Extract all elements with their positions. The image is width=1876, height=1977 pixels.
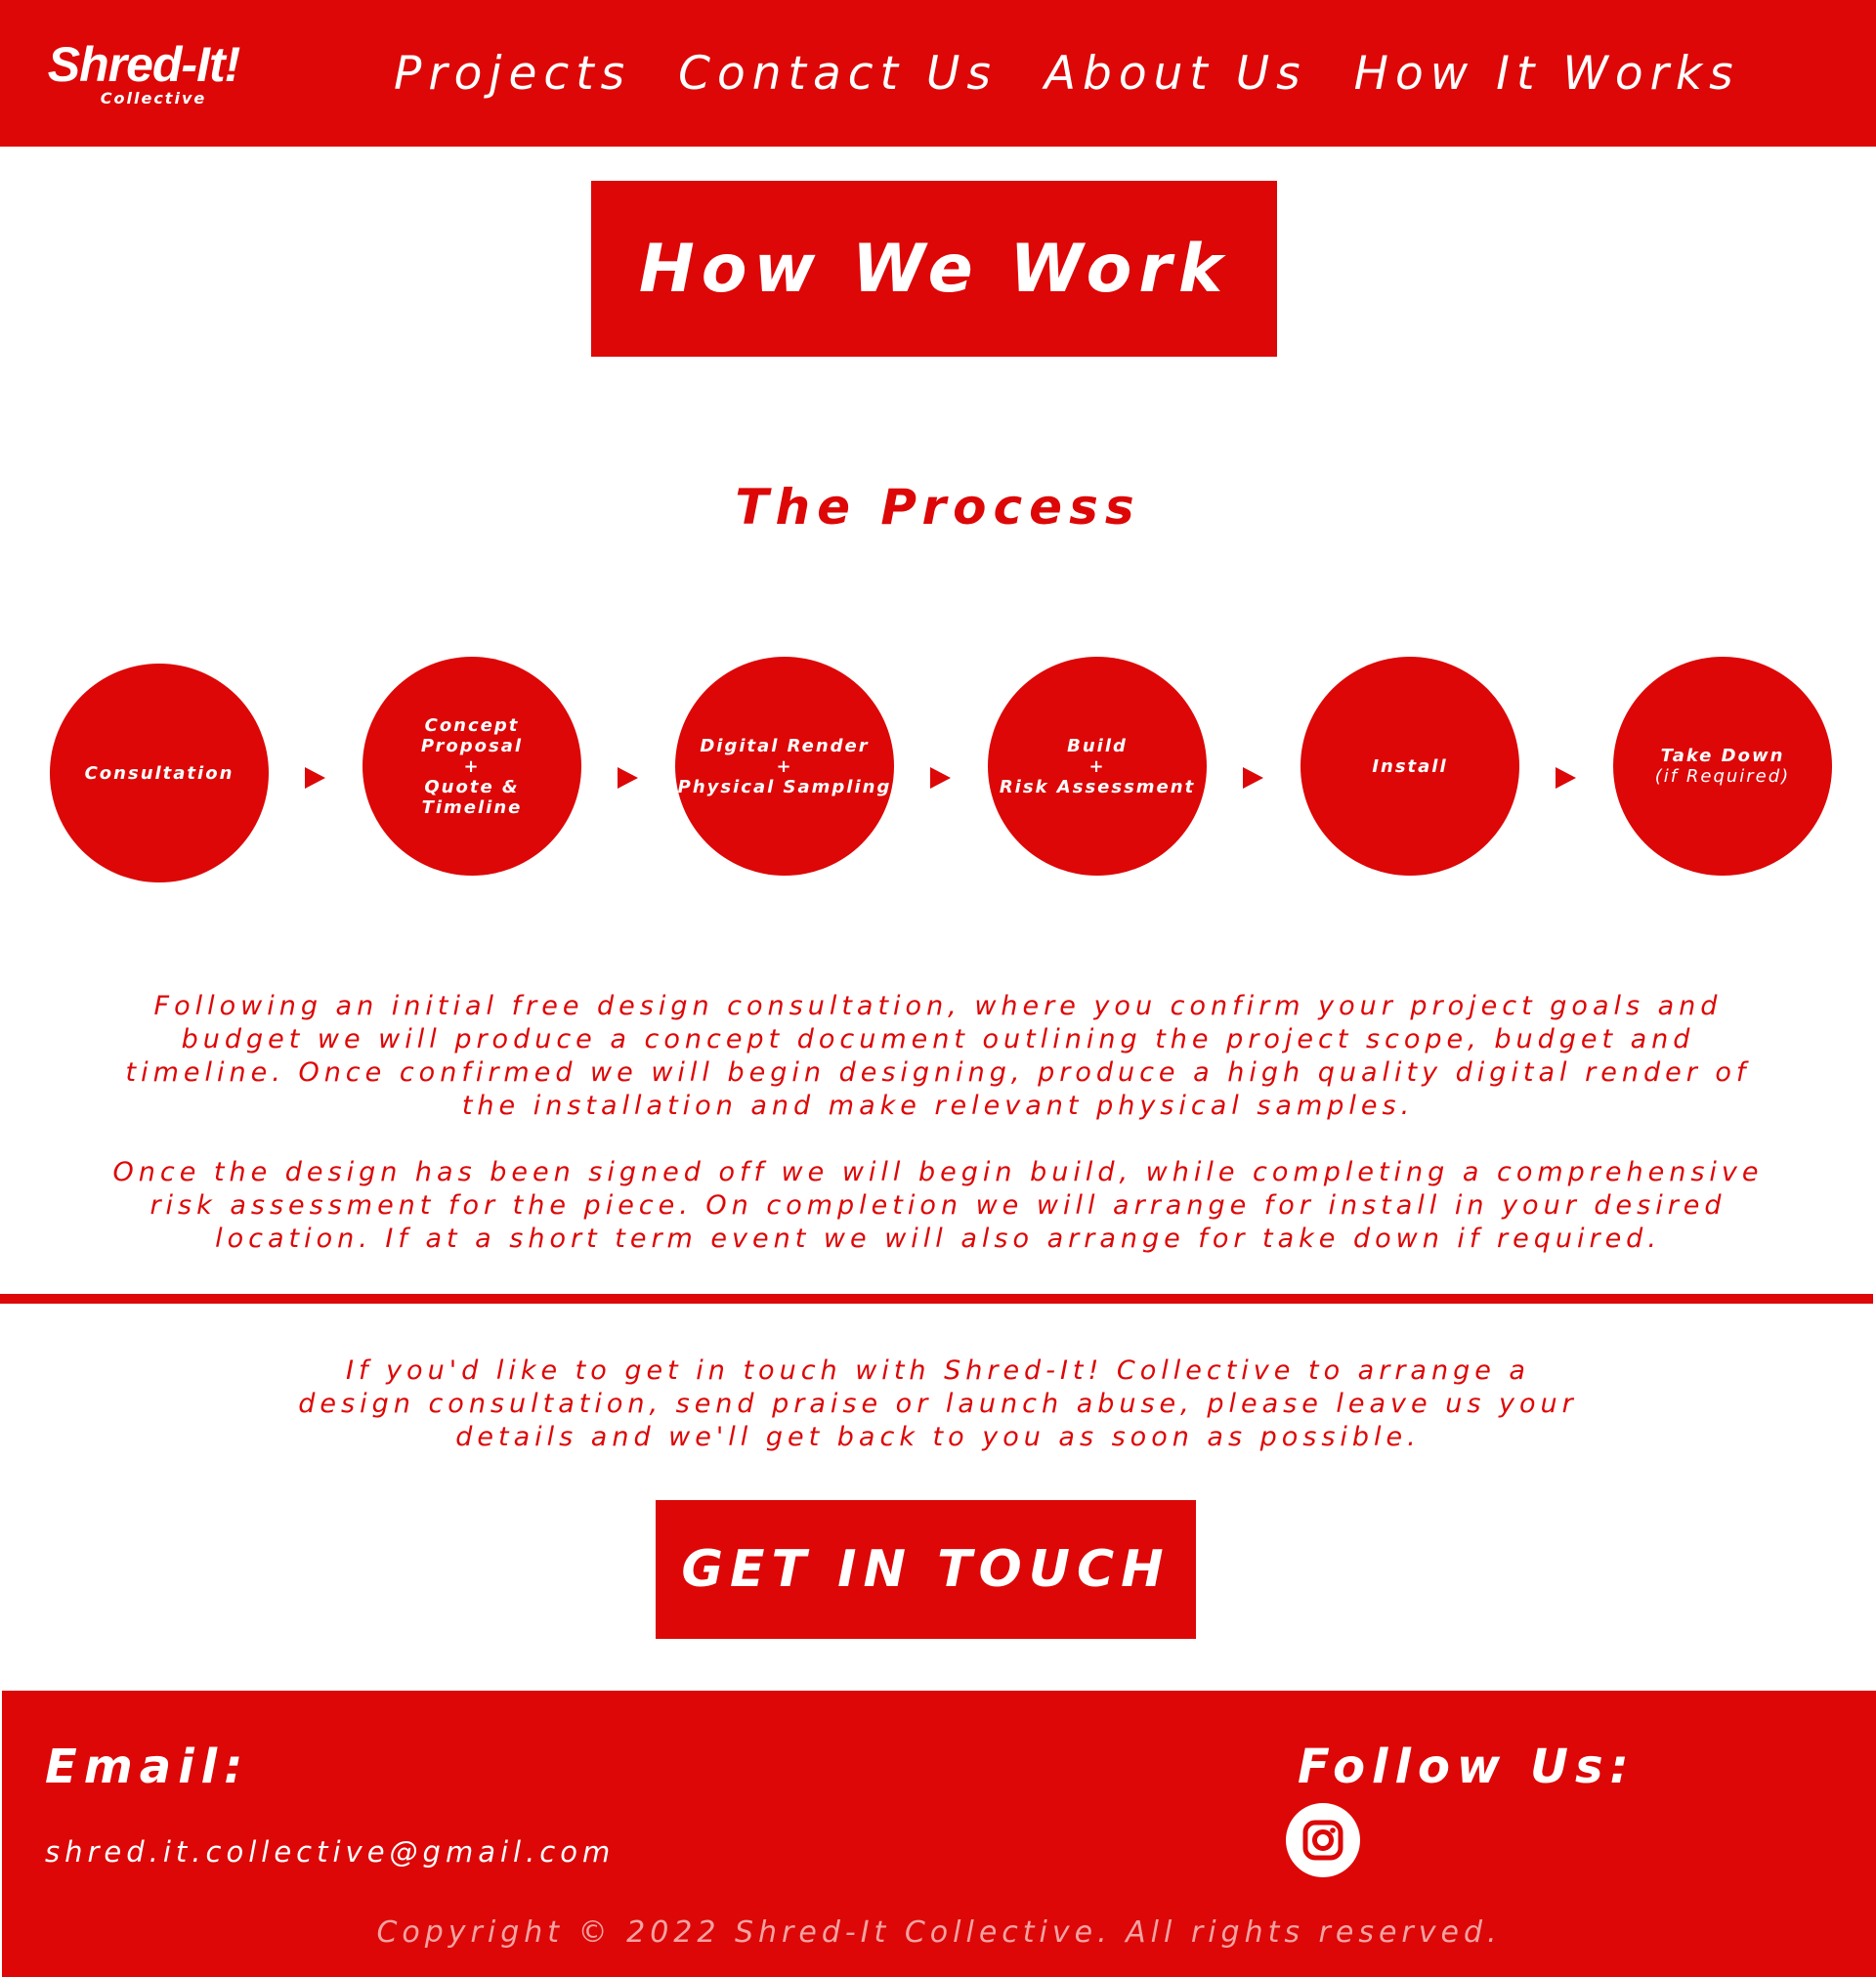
site-footer: Email: shred.it.collective@gmail.com Fol… (2, 1691, 1876, 1977)
step-line: Take Down (1660, 746, 1785, 766)
step-line: Proposal (420, 735, 524, 756)
copyright-text: Copyright © 2022 Shred-It Collective. Al… (376, 1915, 1502, 1950)
step-line: + (776, 755, 793, 777)
get-in-touch-button[interactable]: GET IN TOUCH (656, 1500, 1196, 1639)
nav-about-us[interactable]: About Us (1045, 45, 1307, 104)
site-header: Shred-It! Collective Projects Contact Us… (0, 0, 1876, 147)
step-line: Risk Assessment (999, 776, 1196, 797)
process-description-1: Following an initial free design consult… (125, 991, 1751, 1121)
nav-how-it-works[interactable]: How It Works (1354, 45, 1740, 104)
step-line: Digital Render (700, 735, 870, 756)
step-line: Quote & (424, 776, 520, 797)
page-title: How We Work (638, 230, 1230, 308)
process-heading: The Process (735, 479, 1141, 536)
step-line: Timeline (421, 796, 523, 818)
process-description-2: Once the design has been signed off we w… (112, 1157, 1764, 1254)
logo-main-text: Shred-It! (47, 37, 241, 92)
instagram-icon[interactable] (1286, 1803, 1360, 1877)
step-build: Build + Risk Assessment (988, 657, 1207, 876)
step-line: + (1088, 755, 1106, 777)
step-install: Install (1300, 657, 1519, 876)
step-digital-render: Digital Render + Physical Sampling (675, 657, 894, 876)
section-divider (0, 1294, 1873, 1304)
step-take-down: Take Down (if Required) (1613, 657, 1832, 876)
step-line: (if Required) (1654, 766, 1791, 787)
step-line: Physical Sampling (677, 776, 892, 797)
arrow-right-icon (618, 767, 638, 789)
step-line: Concept (424, 714, 520, 736)
arrow-right-icon (930, 767, 951, 789)
step-consultation: Consultation (50, 664, 269, 882)
arrow-right-icon (305, 767, 325, 789)
hero-banner: How We Work (591, 181, 1277, 357)
main-nav: Projects Contact Us About Us How It Work… (394, 45, 1787, 104)
step-line: Build (1067, 735, 1128, 756)
email-label: Email: (45, 1740, 250, 1794)
step-line: Install (1372, 755, 1448, 777)
arrow-right-icon (1556, 767, 1576, 789)
arrow-right-icon (1243, 767, 1263, 789)
step-line: Consultation (84, 762, 234, 784)
contact-intro: If you'd like to get in touch with Shred… (298, 1355, 1578, 1452)
nav-projects[interactable]: Projects (394, 45, 631, 104)
follow-us-label: Follow Us: (1298, 1740, 1636, 1794)
logo-sub-text: Collective (100, 89, 207, 107)
email-link[interactable]: shred.it.collective@gmail.com (45, 1835, 615, 1869)
step-line: + (463, 755, 481, 777)
step-concept-proposal: Concept Proposal + Quote & Timeline (362, 657, 581, 876)
nav-contact-us[interactable]: Contact Us (678, 45, 998, 104)
logo[interactable]: Shred-It! Collective (35, 39, 252, 107)
